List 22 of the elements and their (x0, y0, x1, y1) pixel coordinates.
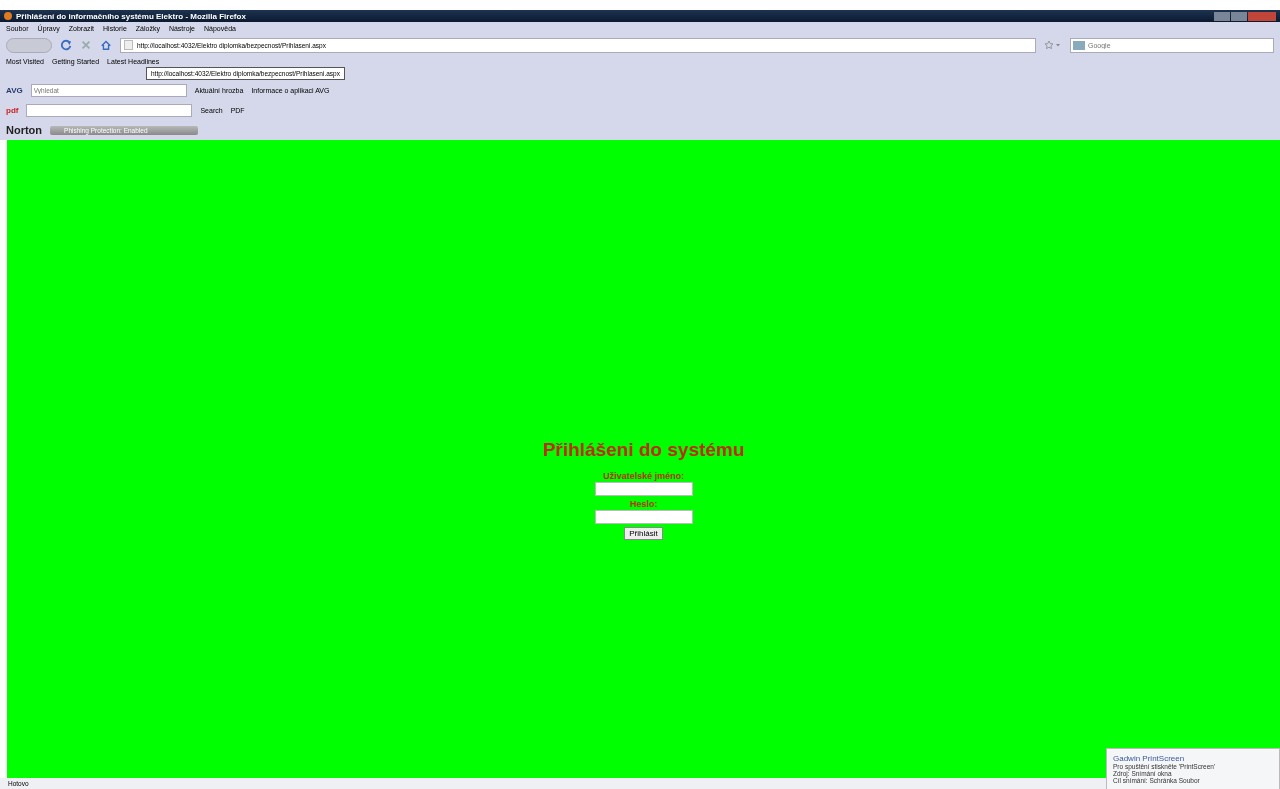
minimize-button[interactable] (1214, 11, 1230, 21)
avg-logo: AVG (6, 85, 23, 95)
close-button[interactable] (1248, 11, 1276, 21)
password-field[interactable] (594, 509, 693, 524)
notification-title: Gadwin PrintScreen (1113, 754, 1186, 763)
pdf-logo: pdf (6, 105, 19, 115)
username-label: Uživatelské jméno: (603, 470, 684, 481)
login-button[interactable]: Přihlásit (624, 526, 663, 540)
back-forward-button[interactable] (6, 37, 52, 53)
star-icon[interactable] (1044, 40, 1062, 50)
username-field[interactable] (594, 481, 693, 496)
window-title: Přihlášení do informačního systému Elektro - Mozilla Firefox (16, 11, 247, 21)
stop-icon[interactable] (80, 39, 92, 51)
page-icon (124, 40, 133, 50)
login-heading: Přihlášeni do systému (542, 438, 745, 461)
reload-icon[interactable] (60, 39, 72, 51)
password-label: Heslo: (629, 498, 658, 509)
pdf-search-field[interactable] (26, 103, 193, 117)
maximize-button[interactable] (1231, 11, 1247, 21)
norton-logo: Norton (6, 124, 43, 136)
firefox-icon (4, 12, 12, 20)
home-icon[interactable] (100, 39, 112, 51)
